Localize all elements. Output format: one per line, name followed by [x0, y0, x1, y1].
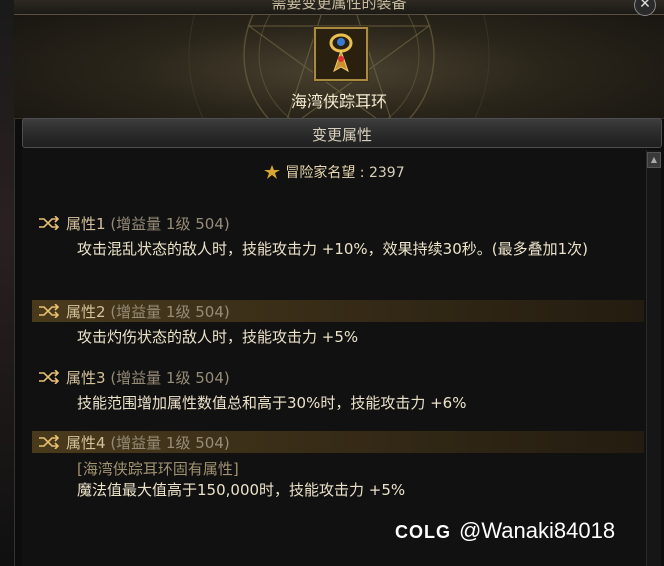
scrollbar[interactable]: ▲: [646, 150, 661, 566]
background-strip: [0, 0, 15, 566]
section-title: 变更属性: [311, 126, 372, 144]
watermark-handle: @Wanaki84018: [459, 518, 616, 543]
attribute-header-3: 属性3 (增益量 1级 504): [32, 366, 644, 388]
attribute-description-2: 攻击灼伤状态的敌人时，技能攻击力 +5%: [77, 328, 359, 346]
equipment-panel: 需要变更属性的装备 ✕ 海湾侠踪耳环: [14, 0, 664, 119]
watermark-logo: COLG: [395, 522, 451, 542]
panel-header-title: 需要变更属性的装备: [271, 0, 407, 12]
shuffle-icon: [39, 370, 60, 384]
attribute-label-4: 属性4 (增益量 1级 504): [66, 434, 230, 452]
attribute-header-2: 属性2 (增益量 1级 504): [32, 300, 644, 322]
attribute-description-4: 魔法值最大值高于150,000时，技能攻击力 +5%: [77, 481, 406, 499]
fame-label: 冒险家名望 :: [285, 165, 369, 181]
panel-header: 需要变更属性的装备: [14, 0, 664, 15]
attribute-list: 冒险家名望 : 2397 属性1 (增益量 1级 504) 攻击混乱状态的敌人时…: [22, 148, 646, 566]
attribute-description-3: 技能范围增加属性数值总和高于30%时，技能攻击力 +6%: [77, 394, 467, 412]
item-name: 海湾侠踪耳环: [290, 92, 387, 111]
attribute-label-2: 属性2 (增益量 1级 504): [66, 303, 230, 321]
shuffle-icon: [39, 304, 60, 318]
attribute-label-3: 属性3 (增益量 1级 504): [66, 369, 230, 387]
attribute-label-1: 属性1 (增益量 1级 504): [66, 215, 230, 233]
shuffle-icon: [39, 216, 60, 230]
attribute-description-1: 攻击混乱状态的敌人时，技能攻击力 +10%，效果持续30秒。(最多叠加1次): [77, 240, 589, 258]
shuffle-icon: [39, 435, 60, 449]
attribute-header-4: 属性4 (增益量 1级 504): [32, 431, 644, 453]
fame-icon: [264, 165, 281, 179]
earring-icon: [316, 29, 366, 79]
scroll-up-icon[interactable]: ▲: [647, 152, 661, 168]
item-slot[interactable]: [314, 27, 368, 81]
fame-value: 2397: [368, 165, 405, 181]
attribute-header-1: 属性1 (增益量 1级 504): [32, 212, 644, 234]
watermark: COLG @Wanaki84018: [395, 518, 615, 544]
section-title-bar: 变更属性: [22, 118, 662, 148]
attribute-sublabel-4: [海湾侠踪耳环固有属性]: [77, 460, 239, 478]
fame-row: 冒险家名望 : 2397: [22, 162, 646, 182]
